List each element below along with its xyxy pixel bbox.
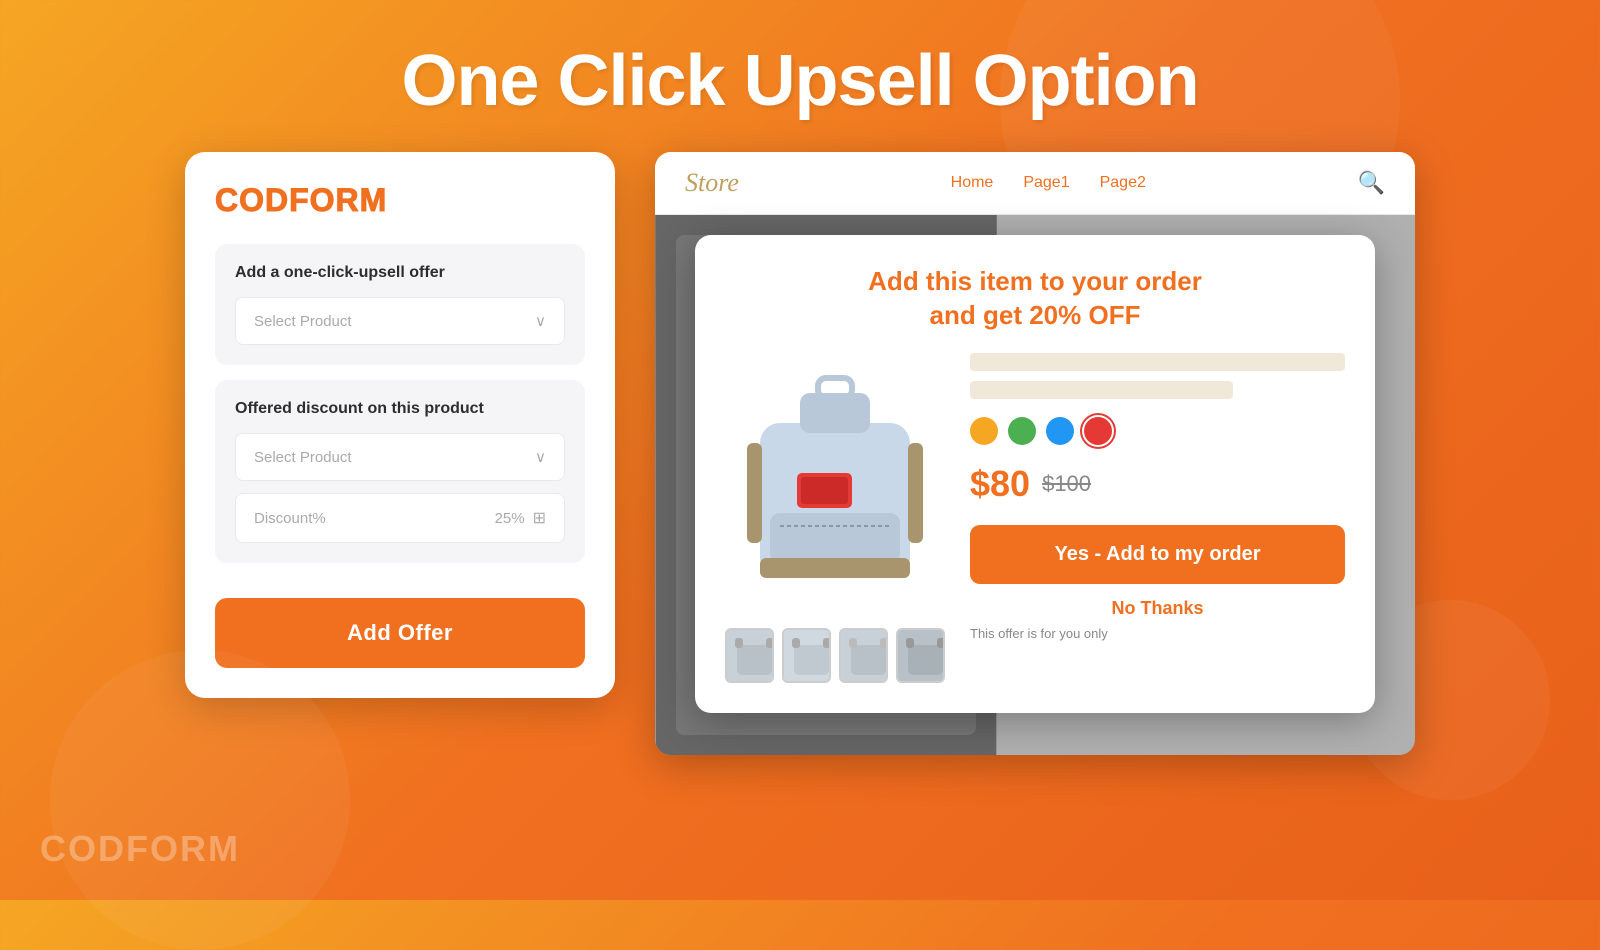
upsell-headline-line1: Add this item to your order	[868, 266, 1202, 296]
store-body: The Outdoor Backpack Add this item to yo…	[655, 215, 1415, 755]
select-product-placeholder-1: Select Product	[254, 313, 352, 330]
discount-value-container: 25% ⊞	[495, 508, 546, 528]
thumbnail-3[interactable]	[839, 628, 888, 683]
product-name-bar-2	[970, 381, 1233, 399]
add-to-order-button[interactable]: Yes - Add to my order	[970, 525, 1345, 584]
search-icon[interactable]: 🔍	[1358, 170, 1385, 196]
thumb4-image	[898, 630, 945, 683]
admin-panel: CODFORM Add a one-click-upsell offer Sel…	[185, 152, 615, 698]
store-nav: Home Page1 Page2	[951, 174, 1146, 192]
upsell-product-image-section	[725, 353, 945, 683]
swatch-blue[interactable]	[1046, 417, 1074, 445]
thumbnail-2[interactable]	[782, 628, 831, 683]
store-header: Store Home Page1 Page2 🔍	[655, 152, 1415, 215]
nav-page2[interactable]: Page2	[1100, 174, 1146, 192]
nav-home[interactable]: Home	[951, 174, 994, 192]
thumb2-image	[784, 630, 831, 683]
section1-label: Add a one-click-upsell offer	[235, 264, 565, 282]
bg-decoration-2	[50, 650, 350, 950]
swatch-orange[interactable]	[970, 417, 998, 445]
upsell-details: $80 $100 Yes - Add to my order No Thanks…	[970, 353, 1345, 643]
select-product-dropdown-1[interactable]: Select Product ∨	[235, 297, 565, 345]
select-product-dropdown-2[interactable]: Select Product ∨	[235, 433, 565, 481]
product-name-bar-1	[970, 353, 1345, 371]
section2-label: Offered discount on this product	[235, 400, 565, 418]
upsell-modal: Add this item to your order and get 20% …	[695, 235, 1375, 713]
form-section-2: Offered discount on this product Select …	[215, 380, 585, 563]
color-swatches	[970, 417, 1345, 445]
codform-logo: CODFORM	[215, 182, 585, 219]
store-preview: Store Home Page1 Page2 🔍	[655, 152, 1415, 755]
no-thanks-link[interactable]: No Thanks	[970, 598, 1345, 619]
codform-watermark: CODFORM	[40, 828, 240, 870]
store-logo: Store	[685, 168, 739, 198]
swatch-green[interactable]	[1008, 417, 1036, 445]
discount-label: Discount%	[254, 510, 326, 527]
discount-row: Discount% 25% ⊞	[235, 493, 565, 543]
thumbnail-4[interactable]	[896, 628, 945, 683]
thumb1-image	[727, 630, 774, 683]
nav-page1[interactable]: Page1	[1023, 174, 1069, 192]
upsell-headline-line2: and get 20% OFF	[930, 300, 1141, 330]
backpack-main-image	[725, 353, 945, 613]
upsell-content: $80 $100 Yes - Add to my order No Thanks…	[725, 353, 1345, 683]
upsell-headline: Add this item to your order and get 20% …	[725, 265, 1345, 333]
price-row: $80 $100	[970, 463, 1345, 505]
thumb3-image	[841, 630, 888, 683]
upsell-thumbnails	[725, 628, 945, 683]
chevron-down-icon-2: ∨	[535, 448, 546, 466]
select-product-placeholder-2: Select Product	[254, 449, 352, 466]
offer-note: This offer is for you only	[970, 626, 1108, 641]
stepper-icon[interactable]: ⊞	[533, 508, 546, 528]
chevron-down-icon-1: ∨	[535, 312, 546, 330]
thumbnail-1[interactable]	[725, 628, 774, 683]
price-original: $100	[1042, 471, 1091, 497]
add-offer-button[interactable]: Add Offer	[215, 598, 585, 668]
discount-value: 25%	[495, 510, 525, 527]
price-current: $80	[970, 463, 1030, 505]
swatch-red[interactable]	[1084, 417, 1112, 445]
form-section-1: Add a one-click-upsell offer Select Prod…	[215, 244, 585, 365]
